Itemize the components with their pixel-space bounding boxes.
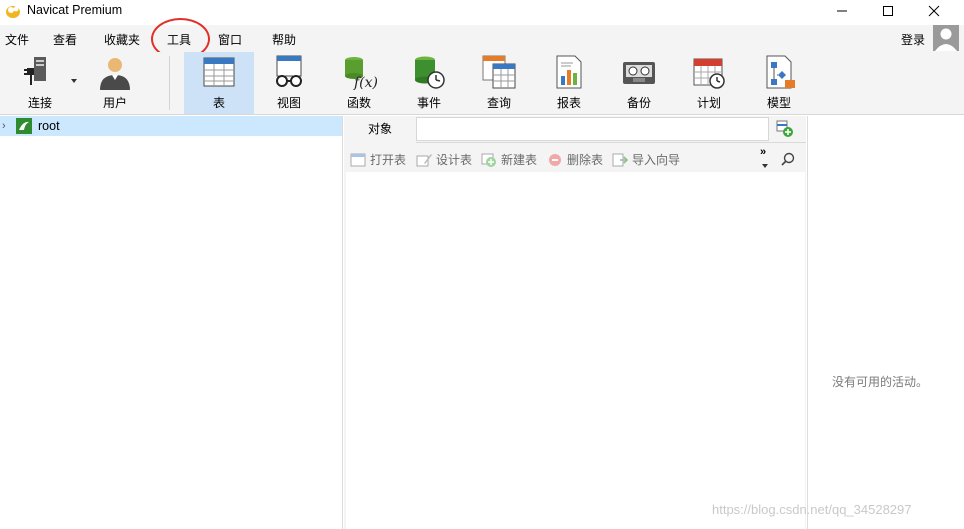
navicat-logo-icon: [6, 6, 20, 18]
maximize-icon: [883, 6, 893, 16]
report-button[interactable]: 报表: [534, 52, 604, 114]
menu-help[interactable]: 帮助: [272, 31, 296, 48]
import-wizard-button[interactable]: 导入向导: [612, 151, 680, 168]
design-table-icon: [416, 153, 432, 166]
calendar-clock-icon: [693, 58, 725, 89]
event-icon: [415, 56, 445, 89]
connection-tree: › root: [0, 116, 343, 529]
event-label: 事件: [416, 96, 441, 110]
import-icon: [612, 153, 628, 166]
object-pane: 对象 打开表 设计表 新建表 删除表 导入向导 »: [344, 116, 806, 529]
menu-view[interactable]: 查看: [53, 31, 77, 48]
chevron-right-icon[interactable]: ›: [2, 120, 6, 132]
table-label: 表: [212, 96, 225, 110]
new-table-button[interactable]: 新建表: [481, 151, 537, 168]
login-link[interactable]: 登录: [901, 31, 925, 48]
object-toolbar: 打开表 设计表 新建表 删除表 导入向导 »: [344, 144, 806, 172]
model-icon: [766, 55, 795, 89]
schedule-button[interactable]: 计划: [674, 52, 744, 114]
connect-button[interactable]: 连接: [8, 52, 77, 114]
minimize-button[interactable]: [819, 0, 865, 22]
mysql-connection-icon: [16, 118, 32, 134]
menu-bar: 文件 查看 收藏夹 工具 窗口 帮助 登录: [0, 25, 964, 52]
query-icon: [482, 55, 516, 89]
model-button[interactable]: 模型: [744, 52, 814, 114]
activity-pane: 没有可用的活动。: [807, 116, 964, 529]
open-table-icon: [350, 153, 366, 166]
user-label: 用户: [102, 96, 127, 110]
delete-table-icon: [549, 153, 561, 166]
query-label: 查询: [486, 96, 511, 110]
plug-icon: [24, 57, 46, 85]
delete-table-button[interactable]: 删除表: [547, 151, 603, 168]
view-button[interactable]: 视图: [254, 52, 324, 114]
object-list[interactable]: [346, 172, 805, 529]
connect-label: 连接: [27, 96, 52, 110]
tab-objects[interactable]: 对象: [344, 116, 416, 143]
open-table-label: 打开表: [370, 153, 407, 167]
function-icon: f(x): [345, 57, 377, 90]
svg-text:f(x): f(x): [353, 75, 377, 90]
menu-favorites[interactable]: 收藏夹: [104, 31, 140, 48]
chevron-down-icon[interactable]: [71, 79, 77, 83]
search-icon[interactable]: [781, 152, 795, 166]
menu-file[interactable]: 文件: [5, 31, 29, 48]
user-icon: [100, 58, 130, 90]
avatar[interactable]: [933, 25, 959, 51]
delete-table-label: 删除表: [567, 153, 604, 167]
tab-filter-area[interactable]: [416, 117, 769, 141]
design-table-label: 设计表: [436, 153, 473, 167]
new-table-icon: [481, 153, 496, 167]
new-table-label: 新建表: [501, 153, 538, 167]
tree-item-label: root: [38, 119, 60, 133]
backup-tape-icon: [623, 62, 655, 84]
object-tab-bar: 对象: [344, 116, 806, 143]
event-button[interactable]: 事件: [394, 52, 464, 114]
close-icon: [928, 5, 940, 17]
close-button[interactable]: [911, 0, 957, 22]
function-label: 函数: [346, 96, 371, 110]
table-button[interactable]: 表: [184, 52, 254, 114]
report-icon: [556, 55, 582, 89]
menu-window[interactable]: 窗口: [218, 31, 242, 48]
user-button[interactable]: 用户: [88, 52, 142, 114]
user-avatar-icon: [935, 28, 957, 51]
backup-button[interactable]: 备份: [604, 52, 674, 114]
new-tab-icon[interactable]: [776, 120, 794, 138]
query-button[interactable]: 查询: [464, 52, 534, 114]
glasses-icon: [276, 55, 302, 87]
open-table-button[interactable]: 打开表: [350, 151, 406, 168]
table-icon: [203, 57, 235, 87]
chevron-down-icon[interactable]: [762, 164, 768, 168]
minimize-icon: [837, 10, 847, 12]
main-toolbar: 连接 用户 表 视图 f(x) 函数 事件 查询 报表 备份 计划 模型: [0, 52, 964, 115]
toolbar-separator: [169, 56, 170, 110]
import-wizard-label: 导入向导: [632, 153, 681, 167]
backup-label: 备份: [626, 96, 651, 110]
no-activity-text: 没有可用的活动。: [832, 375, 929, 389]
design-table-button[interactable]: 设计表: [416, 151, 472, 168]
watermark: https://blog.csdn.net/qq_34528297: [712, 502, 912, 517]
tree-item-root[interactable]: › root: [0, 116, 342, 136]
more-options-icon[interactable]: »: [760, 146, 766, 158]
window-title: Navicat Premium: [27, 3, 123, 17]
function-button[interactable]: f(x) 函数: [324, 52, 394, 114]
title-bar: Navicat Premium: [0, 0, 964, 22]
view-label: 视图: [276, 96, 301, 110]
report-label: 报表: [556, 96, 581, 110]
model-label: 模型: [766, 96, 791, 110]
schedule-label: 计划: [696, 96, 721, 110]
maximize-button[interactable]: [865, 0, 911, 22]
